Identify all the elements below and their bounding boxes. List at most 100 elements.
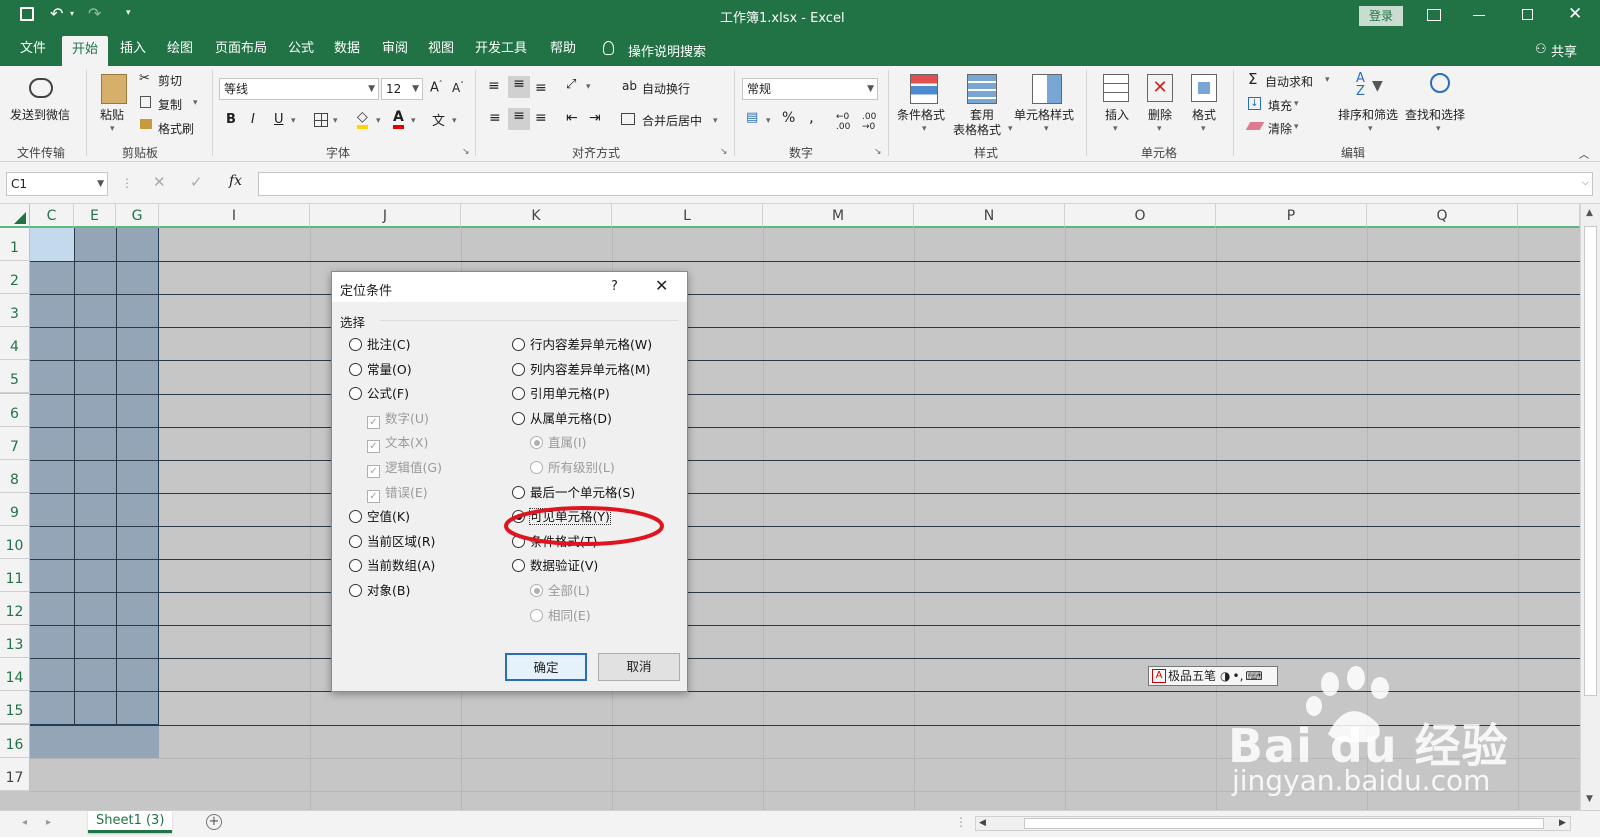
paste-icon[interactable] <box>101 74 127 104</box>
qat-customize-icon[interactable]: ▾ <box>126 8 131 18</box>
italic-button[interactable]: I <box>251 112 255 127</box>
merge-center-icon[interactable] <box>621 113 635 125</box>
radio-option[interactable]: 对象(B) <box>349 580 410 599</box>
radio-option[interactable]: 引用单元格(P) <box>512 383 610 402</box>
ok-button[interactable]: 确定 <box>505 653 587 681</box>
tab-view[interactable]: 视图 <box>418 32 464 66</box>
cell-styles-icon[interactable] <box>1032 74 1062 104</box>
decrease-font-icon[interactable]: A˅ <box>452 81 464 95</box>
sort-filter-button[interactable]: 排序和筛选 <box>1338 106 1398 123</box>
find-select-button[interactable]: 查找和选择 <box>1405 106 1465 123</box>
format-painter-icon[interactable] <box>140 119 152 129</box>
next-sheet-icon[interactable]: ▸ <box>46 817 51 828</box>
undo-icon[interactable]: ↶ <box>50 4 63 23</box>
cut-icon[interactable]: ✂ <box>139 71 150 86</box>
minimize-icon[interactable] <box>1473 15 1485 16</box>
row-header[interactable]: 6 <box>0 393 30 427</box>
column-header-e[interactable]: E <box>74 204 116 228</box>
dialog-help-button[interactable]: ? <box>611 279 618 294</box>
decrease-decimal-icon[interactable]: .00 →0 <box>862 112 876 132</box>
insert-cells-icon[interactable] <box>1103 74 1129 102</box>
align-center-icon[interactable]: ≡ <box>508 108 530 130</box>
scroll-up-icon[interactable]: ▲ <box>1586 208 1593 218</box>
row-header[interactable]: 9 <box>0 492 30 526</box>
radio-option[interactable]: 批注(C) <box>349 334 410 353</box>
format-as-table-icon[interactable] <box>967 74 997 104</box>
row-header[interactable]: 16 <box>0 724 30 758</box>
close-icon[interactable]: ✕ <box>1568 4 1582 24</box>
delete-cells-button[interactable]: 删除 <box>1148 106 1172 123</box>
column-header-n[interactable]: N <box>914 204 1065 228</box>
formula-input[interactable] <box>258 172 1593 196</box>
insert-function-button[interactable]: fx <box>229 173 242 189</box>
decrease-indent-icon[interactable]: ⇤ <box>566 110 578 126</box>
undo-dropdown-icon[interactable]: ▾ <box>70 9 74 18</box>
vertical-scroll-thumb[interactable] <box>1584 226 1597 696</box>
column-header-o[interactable]: O <box>1065 204 1216 228</box>
copy-button[interactable]: 复制 <box>158 96 182 113</box>
autosum-icon[interactable]: Σ <box>1248 70 1257 88</box>
row-header[interactable]: 14 <box>0 658 30 692</box>
funnel-icon[interactable]: ▼ <box>1372 78 1383 94</box>
tab-help[interactable]: 帮助 <box>540 32 586 66</box>
tab-page-layout[interactable]: 页面布局 <box>205 32 277 66</box>
column-header-q[interactable]: Q <box>1367 204 1518 228</box>
share-button[interactable]: 共享 <box>1551 41 1577 60</box>
radio-option[interactable]: 从属单元格(D) <box>512 408 612 427</box>
increase-indent-icon[interactable]: ⇥ <box>589 110 601 126</box>
comma-icon[interactable]: , <box>809 108 814 126</box>
merge-center-button[interactable]: 合并后居中 <box>642 112 702 129</box>
login-button[interactable]: 登录 <box>1359 6 1403 26</box>
formula-bar-splitter-icon[interactable]: ⋮ <box>121 176 133 190</box>
fill-color-icon[interactable]: ◇ <box>357 109 368 129</box>
radio-option[interactable]: 常量(O) <box>349 359 412 378</box>
clear-icon[interactable] <box>1245 122 1265 130</box>
expand-formula-bar-icon[interactable]: ⌵ <box>1582 178 1589 188</box>
vertical-scrollbar[interactable]: ▲ ▼ <box>1580 204 1600 810</box>
cut-button[interactable]: 剪切 <box>158 72 182 89</box>
scroll-left-icon[interactable]: ◀ <box>979 818 986 828</box>
column-header-l[interactable]: L <box>612 204 763 228</box>
row-header[interactable]: 11 <box>0 559 30 593</box>
sort-filter-icon[interactable]: AZ <box>1356 72 1365 98</box>
radio-option[interactable]: 列内容差异单元格(M) <box>512 359 651 378</box>
tab-developer[interactable]: 开发工具 <box>465 32 537 66</box>
format-as-table-button-2[interactable]: 表格格式 <box>953 121 1001 138</box>
tab-splitter-icon[interactable]: ⋮ <box>955 815 967 829</box>
sheet-tab-active[interactable]: Sheet1 (3) <box>88 811 173 833</box>
send-to-wechat-button[interactable]: 发送到微信 <box>10 106 70 123</box>
scroll-down-icon[interactable]: ▼ <box>1586 794 1593 804</box>
radio-option[interactable]: 数据验证(V) <box>512 555 598 574</box>
row-header[interactable]: 1 <box>0 228 30 262</box>
column-header-g[interactable]: G <box>116 204 159 228</box>
row-header[interactable]: 8 <box>0 459 30 493</box>
dialog-close-icon[interactable]: ✕ <box>655 276 668 295</box>
restore-icon[interactable] <box>1522 9 1533 20</box>
horizontal-scroll-thumb[interactable] <box>1024 818 1544 829</box>
cell-styles-button[interactable]: 单元格样式 <box>1014 106 1074 123</box>
radio-option[interactable]: 行内容差异单元格(W) <box>512 334 652 353</box>
wrap-text-button[interactable]: 自动换行 <box>642 80 690 97</box>
increase-font-icon[interactable]: A˄ <box>430 80 442 95</box>
align-right-icon[interactable]: ≡ <box>535 110 547 126</box>
underline-button[interactable]: U <box>274 112 284 127</box>
fill-button[interactable]: 填充 <box>1268 97 1292 114</box>
tab-formulas[interactable]: 公式 <box>278 32 324 66</box>
font-color-icon[interactable]: A <box>393 109 404 129</box>
format-cells-button[interactable]: 格式 <box>1192 106 1216 123</box>
currency-icon[interactable]: ▤ <box>746 110 758 125</box>
column-header-k[interactable]: K <box>461 204 612 228</box>
align-left-icon[interactable]: ≡ <box>489 110 501 126</box>
row-header[interactable]: 15 <box>0 691 30 725</box>
horizontal-scrollbar[interactable]: ◀ ▶ <box>975 816 1571 831</box>
radio-option[interactable]: 当前区域(R) <box>349 531 435 550</box>
phonetic-icon[interactable]: 文 <box>432 110 445 129</box>
row-header[interactable]: 13 <box>0 625 30 659</box>
row-header[interactable]: 7 <box>0 426 30 460</box>
number-dialog-launcher[interactable]: ↘ <box>874 147 882 157</box>
row-header[interactable]: 5 <box>0 360 30 394</box>
paste-dropdown-icon[interactable]: ▾ <box>110 124 115 134</box>
column-header-p[interactable]: P <box>1216 204 1367 228</box>
tab-data[interactable]: 数据 <box>324 32 370 66</box>
format-painter-button[interactable]: 格式刷 <box>158 120 194 137</box>
